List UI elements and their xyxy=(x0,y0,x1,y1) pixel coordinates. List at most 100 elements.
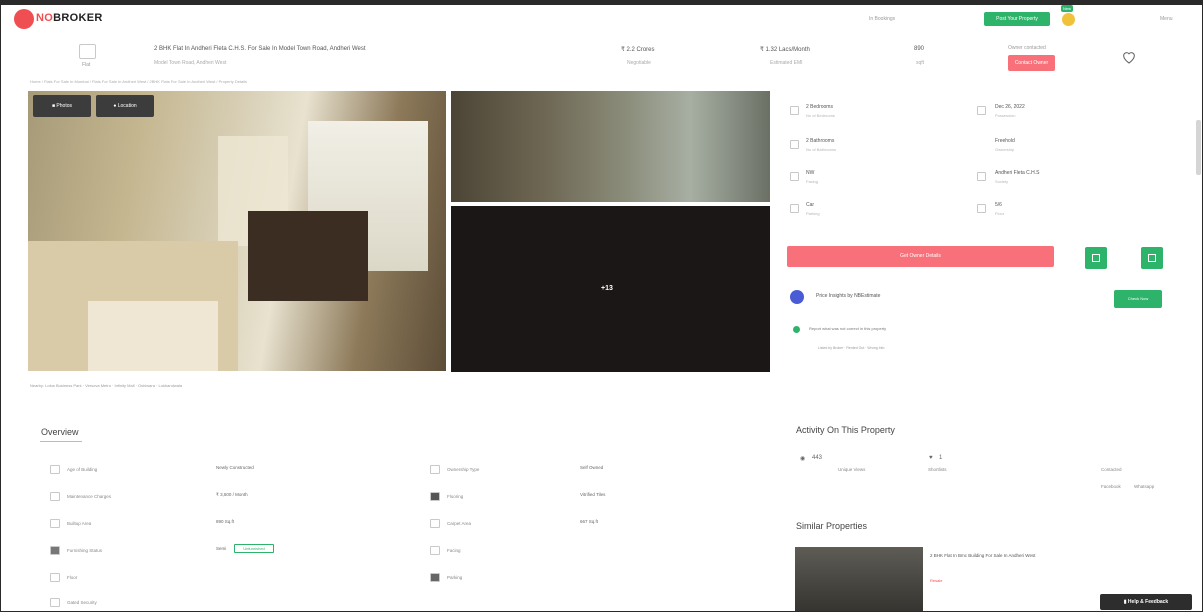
property-type-label: Flat xyxy=(82,62,91,68)
shortlists-label: Shortlists xyxy=(928,467,947,472)
owner-contacted-label: Owner contacted xyxy=(1008,45,1046,51)
ownership-value: Freehold xyxy=(995,138,1015,144)
floor-icon xyxy=(50,573,60,582)
possession-value: Dec 26, 2022 xyxy=(995,104,1025,110)
nbestimate-label: Price Insights by NBEstimate xyxy=(816,293,881,299)
furnishing-tag: Unfurnished xyxy=(234,544,274,553)
overview-label: Parking xyxy=(447,575,463,580)
society-value: Andheri Fleta C.H.S xyxy=(995,170,1040,176)
facing-label: Facing xyxy=(806,179,819,184)
photos-button[interactable]: ■ Photos xyxy=(33,95,91,117)
overview-label: Facing xyxy=(447,548,461,553)
menu-link[interactable]: Menu xyxy=(1160,16,1173,22)
overview-label: Builtup Area xyxy=(67,521,92,526)
overview-title: Overview xyxy=(41,427,79,437)
parking-value: Car xyxy=(806,202,815,208)
overview-value: Semi xyxy=(216,546,227,551)
furnishing-icon xyxy=(50,546,60,555)
stairs-icon xyxy=(977,204,986,213)
area-icon xyxy=(50,519,60,528)
area-value: 890 xyxy=(914,46,925,52)
contacted-label: Contacted xyxy=(1101,467,1122,472)
overview-underline xyxy=(40,441,82,442)
dining-table xyxy=(248,211,368,301)
maintenance-icon xyxy=(50,492,60,501)
emi-sub: Estimated EMI xyxy=(770,60,803,66)
overview-value: 890 Sq.ft xyxy=(216,519,235,524)
parking-label: Parking xyxy=(806,211,820,216)
emi: ₹ 1.32 Lacs/Month xyxy=(760,47,810,53)
chat-icon xyxy=(1148,254,1156,262)
chat-button[interactable] xyxy=(1141,247,1163,269)
ownership-label: Ownership xyxy=(995,147,1015,152)
similar-property-tag: Resale xyxy=(930,578,943,583)
share-facebook-link[interactable]: Facebook xyxy=(1101,484,1121,489)
overview-label: Ownership Type xyxy=(447,467,480,472)
shortlist-icon: ♥ xyxy=(929,455,933,461)
header-bookings-link[interactable]: In Bookings xyxy=(869,16,895,22)
schedule-visit-button[interactable] xyxy=(1085,247,1107,269)
nobroker-logo[interactable]: NOBROKER xyxy=(36,12,103,24)
views-label: Unique Views xyxy=(838,467,866,472)
overview-label: Age of Building xyxy=(67,467,98,472)
scrollbar[interactable] xyxy=(1196,120,1201,175)
overview-label: Carpet Area xyxy=(447,521,472,526)
nearby-places[interactable]: Nearby: Lotus Business Park · Versova Me… xyxy=(30,383,182,388)
property-subtitle[interactable]: Model Town Road, Andheri West xyxy=(154,60,226,66)
sofa-cushion xyxy=(88,301,218,371)
carpet-icon xyxy=(430,519,440,528)
post-property-button[interactable]: Post Your Property xyxy=(984,12,1050,26)
bed-icon xyxy=(790,106,799,115)
bedrooms-value: 2 Bedrooms xyxy=(806,104,833,110)
overview-value: 667 Sq.ft xyxy=(580,519,599,524)
home-icon xyxy=(79,44,96,59)
location-button[interactable]: ● Location xyxy=(96,95,154,117)
report-text: Report what was not correct in this prop… xyxy=(809,326,887,331)
similar-property-image[interactable] xyxy=(795,547,923,612)
more-photos-count: +13 xyxy=(601,285,613,292)
bedrooms-label: No of Bedrooms xyxy=(806,113,835,118)
secondary-photo[interactable] xyxy=(451,91,770,202)
floor-value: 5/6 xyxy=(995,202,1002,208)
bathrooms-value: 2 Bathrooms xyxy=(806,138,835,144)
building-icon xyxy=(977,172,986,181)
nobroker-logo-icon[interactable] xyxy=(14,9,34,29)
overview-label: Gated Security xyxy=(67,600,97,605)
overview-value: Newly Constructed xyxy=(216,465,254,470)
society-label: Society xyxy=(995,179,1009,184)
share-whatsapp-link[interactable]: Whatsapp xyxy=(1134,484,1154,489)
bathrooms-label: No of Bathrooms xyxy=(806,147,837,152)
shortlists-count: 1 xyxy=(939,455,943,461)
security-icon xyxy=(50,598,60,607)
more-photos-tile[interactable]: +13 xyxy=(451,206,770,372)
overview-label: Maintenance Charges xyxy=(67,494,112,499)
overview-label: Flooring xyxy=(447,494,464,499)
bath-icon xyxy=(790,140,799,149)
similar-title: Similar Properties xyxy=(796,521,868,531)
overview-value: ₹ 3,500 / Month xyxy=(216,492,248,497)
floor-label: Floor xyxy=(995,211,1005,216)
nbestimate-icon xyxy=(790,290,804,304)
get-owner-details-button[interactable]: Get Owner Details xyxy=(787,246,1054,267)
compass-icon xyxy=(790,172,799,181)
views-count: 443 xyxy=(812,455,823,461)
parking-icon xyxy=(430,573,440,582)
check-now-button[interactable]: Check Now xyxy=(1114,290,1162,308)
heart-icon[interactable] xyxy=(1121,49,1137,65)
report-options[interactable]: Listed by Broker · Rented Out · Wrong In… xyxy=(818,346,884,350)
main-photo[interactable] xyxy=(28,91,446,371)
area-sub: sqft xyxy=(916,60,925,66)
facing-icon xyxy=(430,546,440,555)
new-badge: New xyxy=(1061,5,1073,12)
report-icon xyxy=(793,326,800,333)
breadcrumb[interactable]: Home / Flats For Sale In Mumbai / Flats … xyxy=(30,79,247,84)
overview-value: Self Owned xyxy=(580,465,604,470)
eye-icon: ◉ xyxy=(800,456,806,462)
contact-owner-button[interactable]: Contact Owner xyxy=(1008,55,1055,71)
possession-label: Possession xyxy=(995,113,1016,118)
similar-property-title[interactable]: 2 BHK Flat In Bmc Building For Sale In A… xyxy=(930,553,1035,558)
overview-value: Vitrified Tiles xyxy=(580,492,606,497)
user-avatar[interactable] xyxy=(1062,13,1075,26)
help-feedback-button[interactable]: ▮ Help & Feedback xyxy=(1100,594,1192,610)
price-sub: Negotiable xyxy=(627,60,651,66)
